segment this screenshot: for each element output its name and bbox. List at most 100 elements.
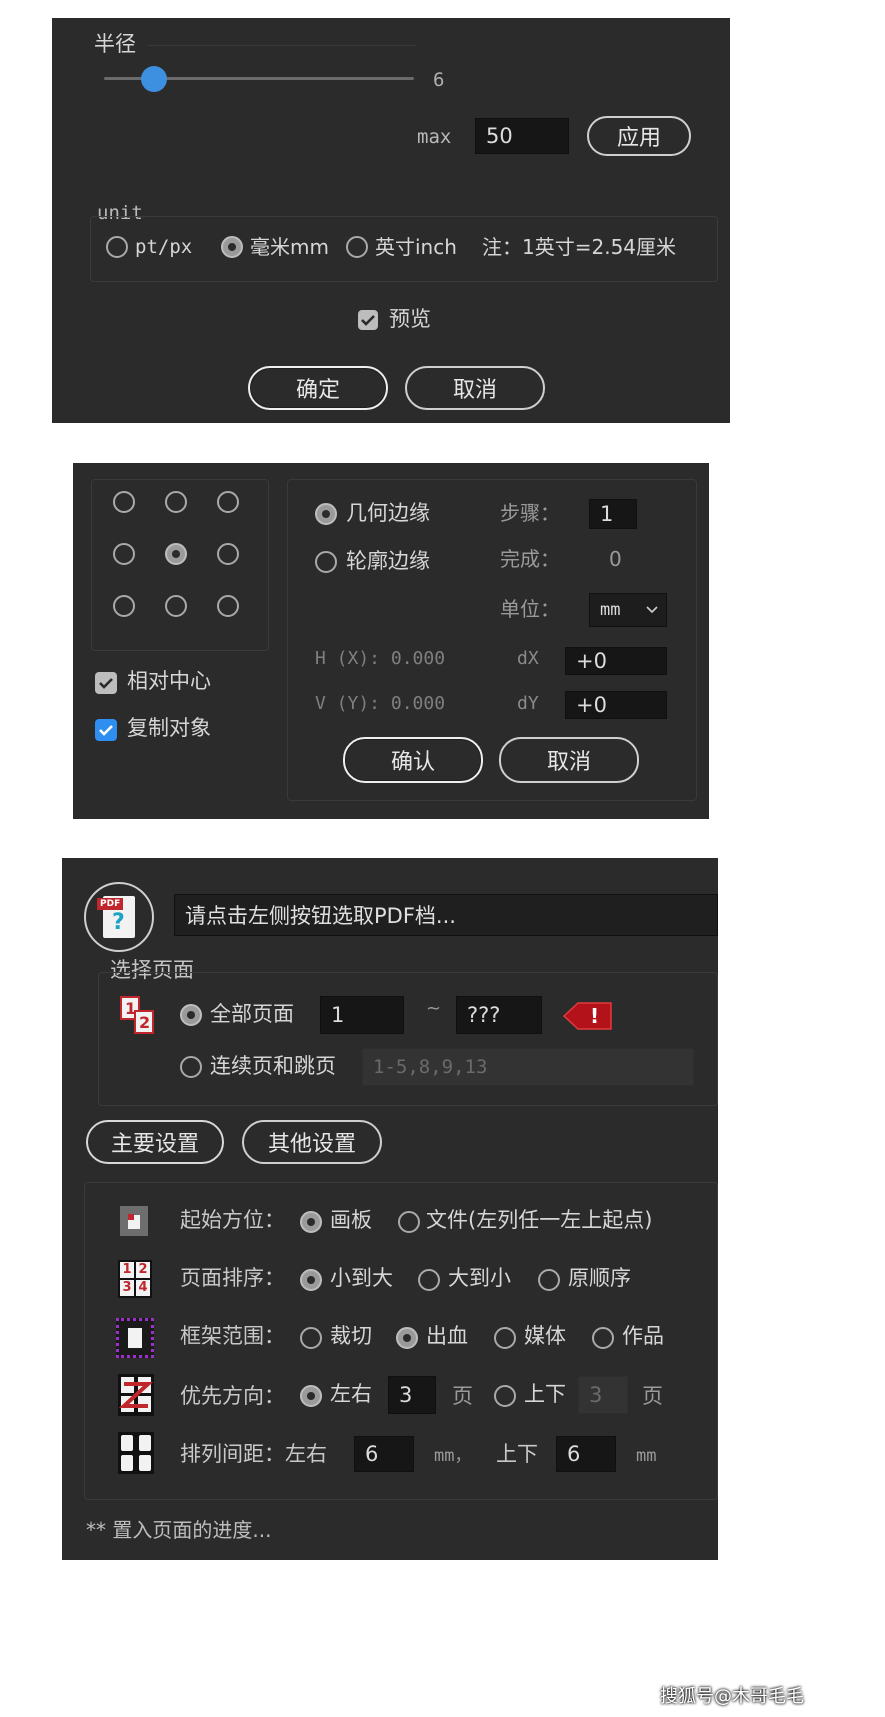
offset-duplicate-dialog: 相对中心 复制对象 几何边缘 轮廓边缘 步骤： 1 完成： 0 单位： mm H… (73, 463, 709, 819)
direction-lr-unit: 页 (452, 1384, 473, 1408)
preview-checkbox[interactable] (358, 310, 378, 330)
geometric-edge-radio[interactable] (315, 503, 337, 525)
pdf-import-dialog: PDF ? 请点击左侧按钮选取PDF档... 选择页面 1 2 全部页面 1 ~… (62, 858, 718, 1560)
dy-input[interactable]: +0 (565, 691, 667, 719)
cancel-button[interactable]: 取消 (499, 737, 639, 783)
relative-center-checkbox[interactable] (95, 672, 117, 694)
round-corners-dialog: 半径 6 max 50 应用 unit pt/px 毫米mm 英寸inch 注：… (52, 18, 730, 423)
reference-point-radio-3-2[interactable] (165, 595, 187, 617)
start-corner-mark (128, 1214, 134, 1220)
direction-arrow-icon (118, 1382, 154, 1408)
warning-mark: ! (590, 1004, 600, 1028)
done-value: 0 (609, 547, 622, 571)
order-digit-1: 1 (120, 1262, 134, 1278)
copy-object-label: 复制对象 (127, 716, 211, 740)
frame-range-label: 框架范围： (180, 1324, 285, 1348)
reference-point-radio-1-1[interactable] (113, 491, 135, 513)
unit-radio-inch[interactable] (346, 236, 368, 258)
page-to-input[interactable]: ??? (456, 996, 542, 1034)
frame-media-label: 媒体 (524, 1324, 566, 1348)
tab-other-settings[interactable]: 其他设置 (242, 1120, 382, 1164)
start-artboard-radio[interactable] (300, 1211, 322, 1233)
tab-main-settings[interactable]: 主要设置 (86, 1120, 224, 1164)
continuous-pages-label: 连续页和跳页 (210, 1054, 336, 1078)
frame-art-radio[interactable] (592, 1327, 614, 1349)
geometric-edge-label: 几何边缘 (346, 501, 430, 525)
apply-button[interactable]: 应用 (587, 116, 691, 156)
step-label: 步骤： (500, 501, 560, 525)
warning-icon: ! (562, 1000, 614, 1032)
unit-note: 注：1英寸=2.54厘米 (482, 235, 677, 259)
cancel-button[interactable]: 取消 (405, 366, 545, 410)
order-digit-3: 3 (120, 1280, 134, 1296)
page-2-digit: 2 (139, 1013, 151, 1032)
direction-ud-radio[interactable] (494, 1385, 516, 1407)
radius-slider-thumb[interactable] (140, 66, 167, 92)
direction-lr-input[interactable]: 3 (388, 1376, 436, 1414)
spacing-page-3 (121, 1455, 133, 1471)
page-order-icon: 1 2 3 4 (118, 1260, 152, 1298)
step-input[interactable]: 1 (589, 499, 637, 529)
unit-label: 单位： (500, 597, 560, 621)
priority-direction-icon (118, 1374, 154, 1416)
spacing-lr-unit: mm， (434, 1446, 472, 1466)
done-label: 完成： (500, 547, 560, 571)
order-asc-radio[interactable] (300, 1269, 322, 1291)
start-file-label: 文件(左列任一左上起点) (426, 1208, 653, 1232)
copy-object-checkbox[interactable] (95, 719, 117, 741)
pdf-file-icon: PDF ? (97, 896, 135, 938)
spacing-ud-input[interactable]: 6 (556, 1436, 616, 1472)
start-file-radio[interactable] (398, 1211, 420, 1233)
reference-point-radio-2-3[interactable] (217, 543, 239, 565)
frame-bleed-radio[interactable] (396, 1327, 418, 1349)
spacing-lr-input[interactable]: 6 (354, 1436, 414, 1472)
continuous-pages-radio[interactable] (180, 1056, 202, 1078)
reference-point-radio-2-2[interactable] (165, 543, 187, 565)
watermark: 搜狐号@木哥毛毛 (660, 1686, 804, 1707)
confirm-button[interactable]: 确认 (343, 737, 483, 783)
chevron-down-icon (646, 606, 658, 614)
unit-label-inch: 英寸inch (375, 235, 457, 259)
warning-tag-shape (562, 1002, 612, 1030)
direction-ud-label: 上下 (524, 1382, 566, 1406)
order-asc-label: 小到大 (330, 1266, 393, 1290)
direction-ud-input[interactable]: 3 (578, 1376, 628, 1414)
priority-direction-label: 优先方向： (180, 1384, 285, 1408)
ok-button[interactable]: 确定 (248, 366, 388, 410)
dx-input[interactable]: +0 (565, 647, 667, 675)
frame-trim-radio[interactable] (300, 1327, 322, 1349)
question-mark: ? (112, 910, 125, 935)
unit-select[interactable]: mm (589, 593, 667, 627)
continuous-pages-input[interactable]: 1-5,8,9,13 (362, 1048, 694, 1086)
max-input[interactable]: 50 (475, 118, 569, 154)
check-icon (99, 678, 113, 689)
all-pages-radio[interactable] (180, 1004, 202, 1026)
radius-value: 6 (433, 69, 445, 91)
page-from-input[interactable]: 1 (320, 996, 404, 1034)
file-path-display: 请点击左侧按钮选取PDF档... (174, 894, 718, 936)
outline-edge-radio[interactable] (315, 551, 337, 573)
spacing-page-1 (121, 1435, 133, 1451)
reference-point-radio-3-1[interactable] (113, 595, 135, 617)
direction-lr-radio[interactable] (300, 1385, 322, 1407)
preview-label: 预览 (389, 307, 431, 331)
unit-radio-pt[interactable] (106, 236, 128, 258)
radius-label: 半径 (94, 32, 136, 56)
check-icon (99, 725, 113, 736)
reference-point-radio-2-1[interactable] (113, 543, 135, 565)
dy-label: dY (517, 693, 539, 714)
choose-pdf-button[interactable]: PDF ? (84, 882, 154, 952)
max-label: max (417, 126, 452, 148)
order-digit-2: 2 (136, 1262, 150, 1278)
order-desc-label: 大到小 (448, 1266, 511, 1290)
reference-point-radio-1-3[interactable] (217, 491, 239, 513)
reference-point-radio-3-3[interactable] (217, 595, 239, 617)
radius-divider (147, 45, 417, 46)
order-desc-radio[interactable] (418, 1269, 440, 1291)
order-original-radio[interactable] (538, 1269, 560, 1291)
spacing-ud-unit: mm (636, 1446, 657, 1466)
unit-radio-mm[interactable] (221, 236, 243, 258)
frame-media-radio[interactable] (494, 1327, 516, 1349)
reference-point-radio-1-2[interactable] (165, 491, 187, 513)
outline-edge-label: 轮廓边缘 (346, 549, 430, 573)
